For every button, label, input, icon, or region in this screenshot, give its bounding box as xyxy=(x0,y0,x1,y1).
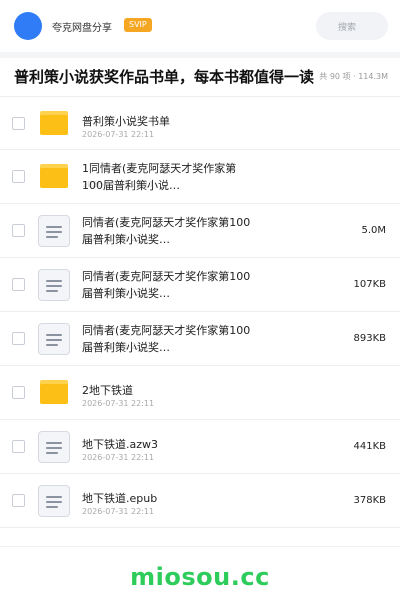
file-name: 同情者(麦克阿瑟天才奖作家第100届普利策小说奖… xyxy=(82,270,251,300)
item-count-meta: 共 90 项 · 114.3M xyxy=(319,72,388,81)
file-date: 2026-07-31 22:11 xyxy=(82,453,155,462)
file-name: 地下铁道.epub xyxy=(82,492,158,505)
select-checkbox[interactable] xyxy=(12,224,25,237)
file-size: 378KB xyxy=(353,495,386,506)
search-placeholder: 搜索 xyxy=(338,23,357,33)
select-checkbox[interactable] xyxy=(12,386,25,399)
document-icon xyxy=(38,485,70,517)
select-checkbox[interactable] xyxy=(12,170,25,183)
svip-badge: SVIP xyxy=(124,18,152,32)
file-date: 2026-07-31 22:11 xyxy=(82,507,155,516)
footer: miosou.cc xyxy=(0,546,400,600)
select-checkbox[interactable] xyxy=(12,440,25,453)
file-date: 2026-07-31 22:11 xyxy=(82,399,155,408)
file-size: 107KB xyxy=(353,279,386,290)
document-icon xyxy=(38,431,70,463)
file-name: 2地下铁道 xyxy=(82,384,133,397)
file-name: 1同情者(麦克阿瑟天才奖作家第100届普利策小说… xyxy=(82,162,237,192)
sharer-name: 夸克网盘分享 xyxy=(52,23,112,34)
file-list: 普利策小说奖书单 2026-07-31 22:11 2026-07-31 22:… xyxy=(0,96,400,528)
page-title: 普利策小说获奖作品书单，每本书都值得一读 xyxy=(14,68,315,86)
file-size: 441KB xyxy=(353,441,386,452)
file-size: 5.0M xyxy=(361,225,386,236)
select-checkbox[interactable] xyxy=(12,278,25,291)
document-icon xyxy=(38,215,70,247)
file-name: 普利策小说奖书单 xyxy=(82,115,170,128)
search-input[interactable]: 搜索 xyxy=(316,12,388,40)
file-name: 同情者(麦克阿瑟天才奖作家第100届普利策小说奖… xyxy=(82,324,251,354)
avatar[interactable] xyxy=(14,12,42,40)
list-item[interactable]: 2026-07-31 22:11 同情者(麦克阿瑟天才奖作家第100届普利策小说… xyxy=(0,258,400,312)
select-checkbox[interactable] xyxy=(12,494,25,507)
list-item[interactable]: 2026-07-31 22:11 同情者(麦克阿瑟天才奖作家第100届普利策小说… xyxy=(0,204,400,258)
file-size: 893KB xyxy=(353,333,386,344)
list-item[interactable]: 2026-07-31 22:11 1同情者(麦克阿瑟天才奖作家第100届普利策小… xyxy=(0,150,400,204)
folder-icon xyxy=(38,108,70,140)
folder-icon xyxy=(38,161,70,193)
site-watermark: miosou.cc xyxy=(130,563,270,591)
select-checkbox[interactable] xyxy=(12,117,25,130)
list-item[interactable]: 2026-07-31 22:11 同情者(麦克阿瑟天才奖作家第100届普利策小说… xyxy=(0,312,400,366)
list-item[interactable]: 2地下铁道 2026-07-31 22:11 xyxy=(0,366,400,420)
document-icon xyxy=(38,323,70,355)
select-checkbox[interactable] xyxy=(12,332,25,345)
list-item[interactable]: 普利策小说奖书单 2026-07-31 22:11 xyxy=(0,96,400,150)
file-name: 地下铁道.azw3 xyxy=(82,438,159,451)
file-date: 2026-07-31 22:11 xyxy=(82,130,155,139)
document-icon xyxy=(38,269,70,301)
list-item[interactable]: 地下铁道.epub 2026-07-31 22:11 378KB xyxy=(0,474,400,528)
header: 夸克网盘分享 SVIP 搜索 xyxy=(0,0,400,52)
title-row: 普利策小说获奖作品书单，每本书都值得一读 共 90 项 · 114.3M xyxy=(0,58,400,92)
folder-icon xyxy=(38,377,70,409)
list-item[interactable]: 地下铁道.azw3 2026-07-31 22:11 441KB xyxy=(0,420,400,474)
file-name: 同情者(麦克阿瑟天才奖作家第100届普利策小说奖… xyxy=(82,216,251,246)
